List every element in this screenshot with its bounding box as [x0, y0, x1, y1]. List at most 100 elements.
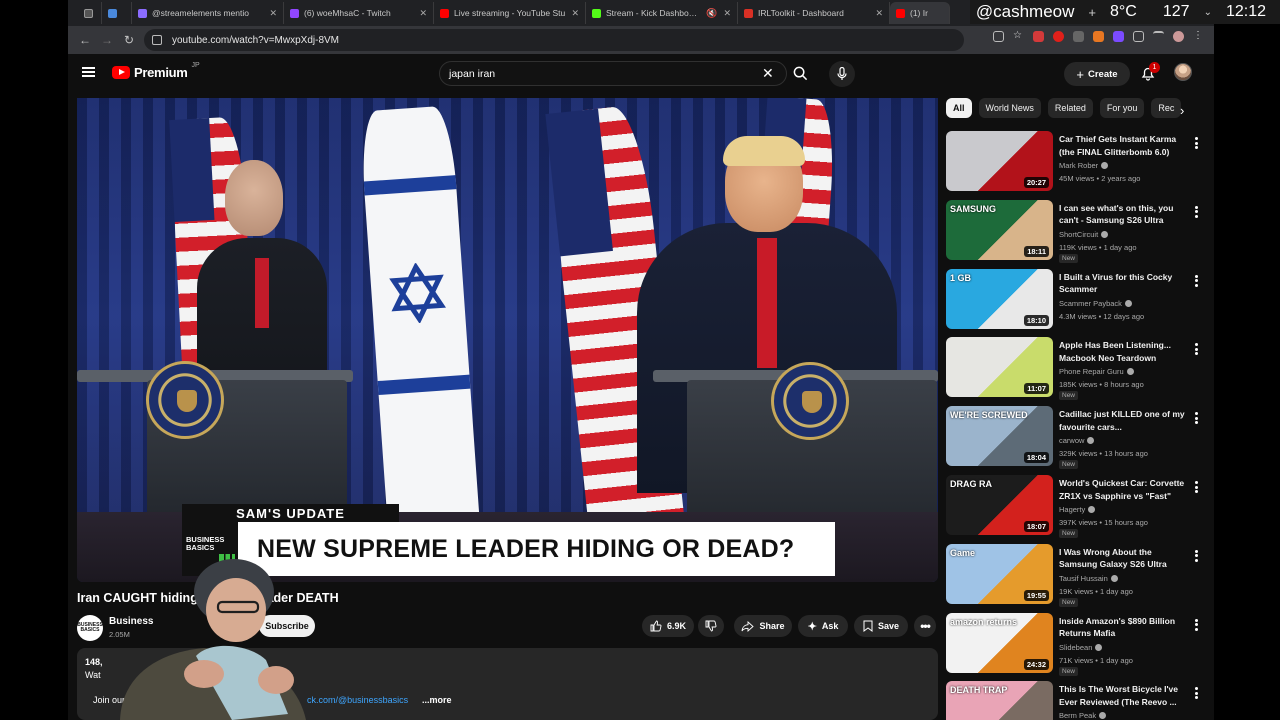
chip-all[interactable]: All: [946, 98, 972, 118]
video-thumbnail[interactable]: DRAG RA 18:07: [946, 475, 1053, 535]
back-arrow-icon[interactable]: ←: [74, 29, 96, 51]
tab-active[interactable]: (1) Ir: [890, 2, 950, 24]
recommendation-item[interactable]: WE'RE SCREWED 18:04 Cadillac just KILLED o…: [946, 406, 1202, 470]
create-button[interactable]: + Create: [1064, 62, 1130, 86]
recommendation-channel[interactable]: Phone Repair Guru: [1059, 367, 1134, 376]
more-actions-button[interactable]: •••: [914, 615, 936, 637]
account-avatar[interactable]: [1174, 63, 1192, 81]
extension-icon[interactable]: [1053, 31, 1064, 42]
recommendation-item[interactable]: DEATH TRAP This Is The Worst Bicycle I've…: [946, 681, 1202, 720]
recommendation-channel[interactable]: Slidebean: [1059, 643, 1103, 652]
tab-3[interactable]: (6) woeMhsaC - Twitch ✕: [284, 2, 434, 24]
show-more-link[interactable]: ...more: [422, 695, 452, 705]
recommendation-channel[interactable]: carwow: [1059, 436, 1095, 445]
recommendation-title[interactable]: Inside Amazon's $890 Billion Returns Maf…: [1059, 615, 1187, 640]
tab-4[interactable]: Live streaming - YouTube Stu ✕: [434, 2, 586, 24]
recommendation-channel[interactable]: ShortCircuit: [1059, 230, 1109, 239]
recommendation-meta: 329K views • 13 hours ago: [1059, 449, 1148, 459]
chip-related[interactable]: Related: [1047, 98, 1093, 118]
recommendation-item[interactable]: 20:27 Car Thief Gets Instant Karma (the F…: [946, 131, 1202, 195]
video-thumbnail[interactable]: Game 19:55: [946, 543, 1053, 604]
extension-icon[interactable]: [1093, 31, 1104, 42]
recommendation-channel[interactable]: Mark Rober: [1059, 161, 1109, 170]
search-button[interactable]: [788, 61, 812, 86]
recommendation-channel[interactable]: Tausif Hussain: [1059, 574, 1118, 583]
reload-icon[interactable]: ↻: [118, 29, 140, 51]
kebab-menu-icon[interactable]: [1194, 274, 1198, 287]
tab-1[interactable]: [102, 2, 132, 24]
ask-button[interactable]: ✦ Ask: [798, 615, 848, 637]
tab-pinned[interactable]: [78, 2, 102, 24]
tab-close-icon[interactable]: ✕: [571, 8, 579, 19]
description-link[interactable]: ck.com/@businessbasics: [307, 695, 408, 705]
recommendation-item[interactable]: amazon returns 24:32 Inside Amazon's $890 …: [946, 612, 1202, 677]
save-button[interactable]: Save: [854, 615, 908, 637]
profile-icon[interactable]: [1173, 31, 1184, 42]
recommendation-item[interactable]: SAMSUNG 18:11 I can see what's on this, yo…: [946, 199, 1202, 264]
tab-mute-icon[interactable]: 🔇: [706, 8, 717, 19]
recommendation-item[interactable]: DRAG RA 18:07 World's Quickest Car: Corvet…: [946, 475, 1202, 539]
recommendation-title[interactable]: Apple Has Been Listening... Macbook Neo …: [1059, 339, 1187, 364]
tab-2[interactable]: @streamelements mentio ✕: [132, 2, 284, 24]
extension-icon[interactable]: [1113, 31, 1124, 42]
recommendation-item[interactable]: 1 GB 18:10 I Built a Virus for this Cocky …: [946, 268, 1202, 333]
recommendation-channel[interactable]: Berm Peak: [1059, 711, 1107, 720]
kebab-menu-icon[interactable]: [1194, 343, 1198, 356]
recommendation-title[interactable]: Cadillac just KILLED one of my favourite…: [1059, 408, 1187, 433]
chip-recent[interactable]: Rec: [1151, 98, 1182, 118]
video-thumbnail[interactable]: 1 GB 18:10: [946, 268, 1053, 329]
kebab-menu-icon[interactable]: [1194, 412, 1198, 425]
video-thumbnail[interactable]: DEATH TRAP: [946, 681, 1053, 720]
video-thumbnail[interactable]: WE'RE SCREWED 18:04: [946, 406, 1053, 467]
reading-list-icon[interactable]: [1153, 31, 1164, 42]
bookmark-star-icon[interactable]: ☆: [1013, 31, 1024, 42]
tab-close-icon[interactable]: ✕: [269, 8, 277, 19]
video-thumbnail[interactable]: SAMSUNG 18:11: [946, 199, 1053, 260]
video-player[interactable]: SAM'S UPDATE BUSINESS BASICS NEW SUPREME…: [77, 98, 938, 582]
video-thumbnail[interactable]: amazon returns 24:32: [946, 612, 1053, 673]
kebab-menu-icon[interactable]: [1194, 618, 1198, 631]
kebab-menu-icon[interactable]: [1194, 549, 1198, 562]
recommendation-title[interactable]: World's Quickest Car: Corvette ZR1X vs S…: [1059, 477, 1187, 503]
recommendation-item[interactable]: 11:07 Apple Has Been Listening... Macbook…: [946, 337, 1202, 401]
tab-close-icon[interactable]: ✕: [875, 8, 883, 19]
verified-check-icon: [1087, 437, 1095, 445]
recommendation-title[interactable]: I Was Wrong About the Samsung Galaxy S26…: [1059, 546, 1187, 571]
tab-5[interactable]: Stream - Kick Dashboard 🔇 ✕: [586, 2, 738, 24]
tab-6[interactable]: IRLToolkit - Dashboard ✕: [738, 2, 890, 24]
kebab-menu-icon[interactable]: [1194, 481, 1198, 493]
recommendation-channel[interactable]: Hagerty: [1059, 505, 1096, 514]
address-bar[interactable]: youtube.com/watch?v=MwxpXdj-8VM: [144, 29, 964, 51]
chevron-right-icon[interactable]: ›: [1180, 103, 1184, 118]
recommendation-title[interactable]: I Built a Virus for this Cocky Scammer: [1059, 271, 1187, 296]
recommendation-item[interactable]: Game 19:55 I Was Wrong About the Samsung G…: [946, 543, 1202, 608]
youtube-logo[interactable]: Premium JP: [112, 62, 200, 80]
voice-search-button[interactable]: [829, 61, 855, 87]
puzzle-icon[interactable]: [1133, 31, 1144, 42]
tab-close-icon[interactable]: ✕: [723, 8, 731, 19]
chip-for-you[interactable]: For you: [1099, 98, 1145, 118]
video-thumbnail[interactable]: 11:07: [946, 337, 1053, 398]
site-info-icon[interactable]: [152, 35, 162, 45]
clear-search-icon[interactable]: ✕: [762, 65, 774, 82]
recommendation-title[interactable]: Car Thief Gets Instant Karma (the FINAL …: [1059, 133, 1187, 158]
kebab-menu-icon[interactable]: [1194, 205, 1198, 218]
dislike-button[interactable]: [698, 615, 724, 637]
recommendation-channel[interactable]: Scammer Payback: [1059, 299, 1132, 308]
recommendation-title[interactable]: I can see what's on this, you can't - Sa…: [1059, 202, 1187, 227]
extension-icon[interactable]: [1033, 31, 1044, 42]
install-icon[interactable]: [993, 31, 1004, 42]
share-button[interactable]: Share: [734, 615, 792, 637]
kebab-menu-icon[interactable]: [1194, 137, 1198, 149]
like-button[interactable]: 6.9K: [642, 615, 694, 637]
search-input[interactable]: japan iran: [439, 61, 787, 86]
hamburger-menu-icon[interactable]: [82, 67, 95, 77]
extension-icon[interactable]: [1073, 31, 1084, 42]
forward-arrow-icon[interactable]: →: [96, 29, 118, 51]
kebab-menu-icon[interactable]: ⋮: [1193, 31, 1204, 42]
tab-close-icon[interactable]: ✕: [419, 8, 427, 19]
recommendation-title[interactable]: This Is The Worst Bicycle I've Ever Revi…: [1059, 683, 1187, 708]
kebab-menu-icon[interactable]: [1194, 687, 1198, 700]
chip-world-news[interactable]: World News: [978, 98, 1041, 118]
video-thumbnail[interactable]: 20:27: [946, 131, 1053, 191]
